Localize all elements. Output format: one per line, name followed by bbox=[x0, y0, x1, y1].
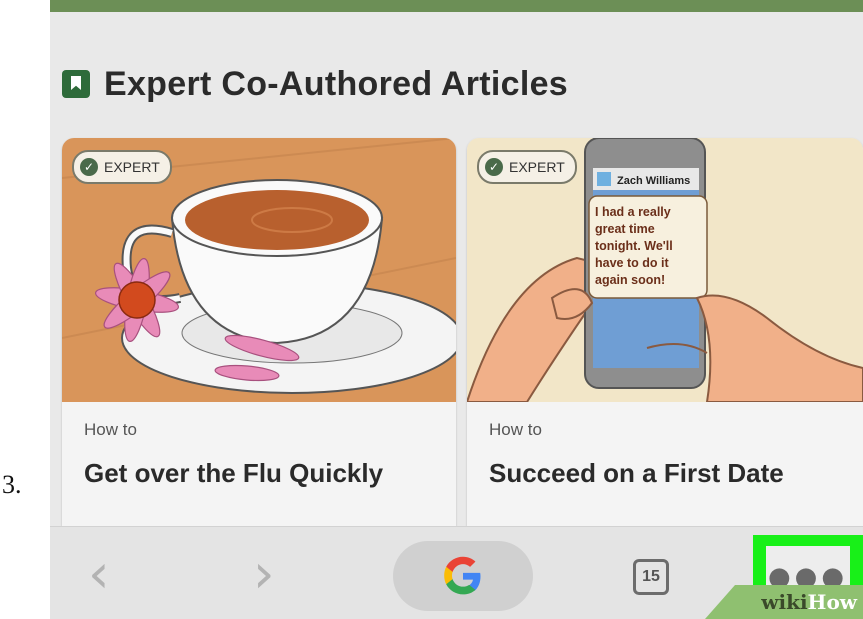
article-card-flu[interactable]: ✓ EXPERT How to Get over the Flu Quickly bbox=[62, 138, 456, 538]
phone-contact-name: Zach Williams bbox=[617, 175, 690, 187]
section-header: Expert Co-Authored Articles bbox=[62, 62, 568, 106]
section-title: Expert Co-Authored Articles bbox=[104, 64, 569, 103]
step-number: 3. bbox=[2, 470, 22, 499]
browser-screen: Expert Co-Authored Articles ✓ EXPERT How… bbox=[50, 0, 863, 619]
card-howto-label: How to bbox=[489, 420, 542, 439]
card-howto-label: How to bbox=[84, 420, 137, 439]
tab-count-button[interactable]: 15 bbox=[633, 559, 669, 595]
chevron-left-icon[interactable]: ‹ bbox=[88, 547, 110, 601]
chevron-right-icon[interactable]: › bbox=[253, 547, 275, 601]
expert-badge: ✓ EXPERT bbox=[477, 150, 577, 184]
expert-badge-label: EXPERT bbox=[104, 159, 160, 175]
bookmark-icon bbox=[62, 70, 90, 98]
top-accent-bar bbox=[50, 0, 863, 12]
google-search-button[interactable] bbox=[393, 541, 533, 611]
expert-badge-label: EXPERT bbox=[509, 159, 565, 175]
card-title[interactable]: Get over the Flu Quickly bbox=[84, 451, 444, 495]
verified-check-icon: ✓ bbox=[485, 158, 503, 176]
expert-badge: ✓ EXPERT bbox=[72, 150, 172, 184]
article-card-first-date[interactable]: Zach Williams I had a really great time … bbox=[467, 138, 863, 538]
card-title[interactable]: Succeed on a First Date bbox=[489, 451, 849, 495]
google-g-icon bbox=[444, 556, 481, 595]
phone-message: I had a really great time tonight. We'll… bbox=[595, 205, 676, 287]
verified-check-icon: ✓ bbox=[80, 158, 98, 176]
